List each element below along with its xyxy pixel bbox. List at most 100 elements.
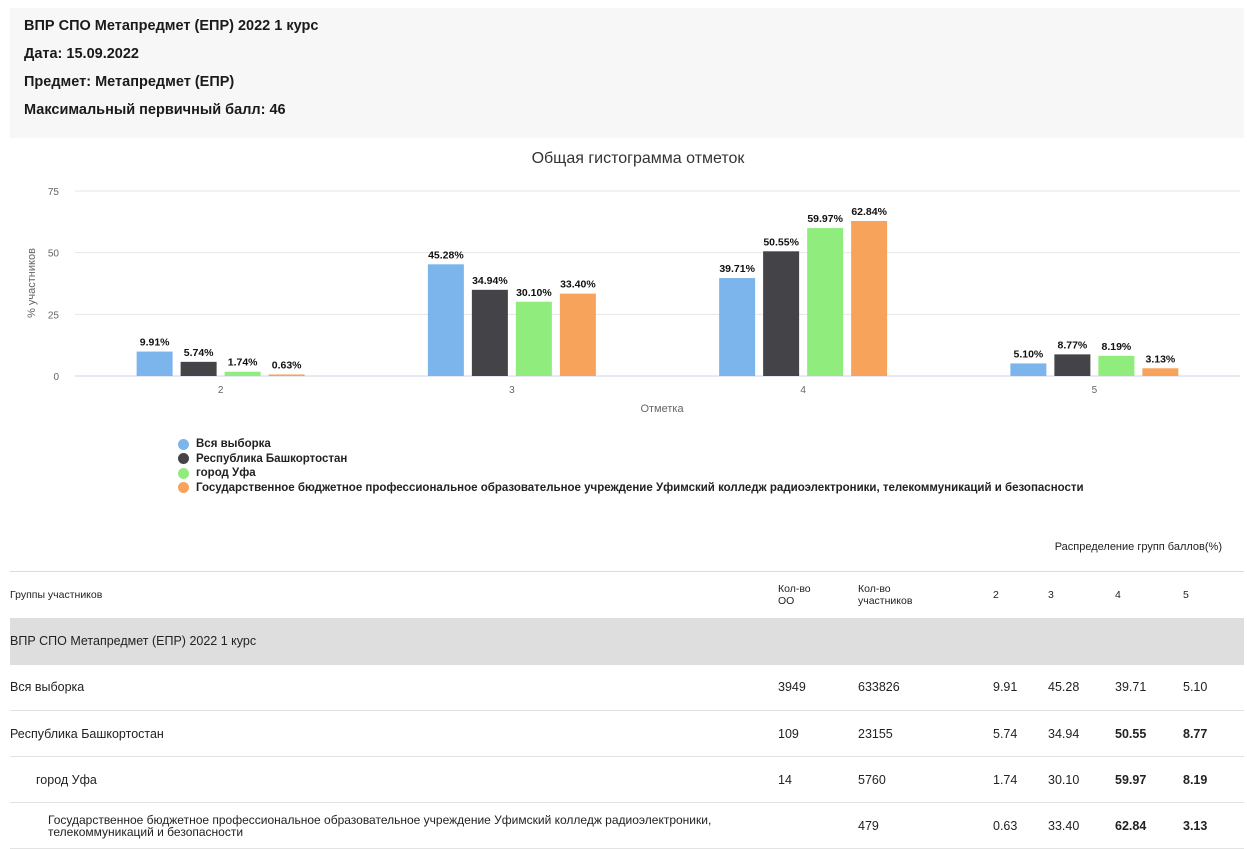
chart-title: Общая гистограмма отметок bbox=[532, 150, 746, 167]
table-row: Государственное бюджетное профессиональн… bbox=[10, 803, 1244, 849]
cell-participants: 23155 bbox=[858, 726, 893, 741]
cell-participants: 5760 bbox=[858, 772, 886, 787]
header-groups: Группы участников bbox=[10, 588, 103, 601]
bar[interactable] bbox=[471, 289, 508, 376]
cell-participants: 479 bbox=[858, 818, 879, 833]
legend-label: город Уфа bbox=[196, 467, 256, 480]
report-max-score: Максимальный первичный балл: 46 bbox=[24, 102, 286, 118]
data-label: 0.63% bbox=[272, 359, 302, 371]
data-label: 30.10% bbox=[516, 287, 552, 299]
bar[interactable] bbox=[851, 220, 888, 376]
data-label: 5.74% bbox=[184, 347, 214, 359]
legend-item[interactable]: Республика Башкортостан bbox=[178, 452, 1084, 467]
y-tick-label: 0 bbox=[53, 372, 59, 383]
cell-oo: 14 bbox=[778, 772, 792, 787]
header-grade-4: 4 bbox=[1115, 588, 1121, 601]
legend-label: Государственное бюджетное профессиональн… bbox=[196, 481, 1084, 494]
table-row: Вся выборка 3949 633826 9.91 45.28 39.71… bbox=[10, 665, 1244, 711]
legend-label: Республика Башкортостан bbox=[196, 452, 348, 465]
legend-item[interactable]: город Уфа bbox=[178, 466, 1084, 481]
results-table: Группы участников Кол-во ОО Кол-во участ… bbox=[10, 571, 1244, 849]
legend-label: Вся выборка bbox=[196, 438, 271, 451]
row-name: Вся выборка bbox=[10, 680, 85, 695]
bar[interactable] bbox=[807, 228, 844, 376]
cell-g4: 50.55 bbox=[1115, 726, 1147, 741]
bar[interactable] bbox=[1010, 363, 1047, 376]
data-label: 8.77% bbox=[1057, 339, 1087, 351]
table-header-row: Группы участников Кол-во ОО Кол-во участ… bbox=[10, 571, 1244, 618]
row-name: Республика Башкортостан bbox=[10, 726, 164, 741]
cell-g2: 1.74 bbox=[993, 772, 1018, 787]
bar[interactable] bbox=[1098, 355, 1135, 376]
bar[interactable] bbox=[1054, 354, 1091, 376]
bar[interactable] bbox=[515, 301, 552, 376]
x-tick-label: 5 bbox=[1092, 385, 1098, 396]
cell-g4: 62.84 bbox=[1115, 818, 1147, 833]
bar[interactable] bbox=[559, 293, 596, 376]
x-tick-label: 2 bbox=[218, 385, 224, 396]
cell-g5: 5.10 bbox=[1183, 680, 1208, 695]
cell-g5: 8.19 bbox=[1183, 772, 1208, 787]
cell-participants: 633826 bbox=[858, 680, 900, 695]
data-label: 8.19% bbox=[1101, 341, 1131, 353]
legend-marker-icon bbox=[178, 482, 189, 494]
bar[interactable] bbox=[180, 361, 217, 376]
cell-g3: 33.40 bbox=[1048, 818, 1080, 833]
data-label: 34.94% bbox=[472, 275, 508, 287]
data-label: 59.97% bbox=[807, 213, 843, 225]
data-label: 1.74% bbox=[228, 357, 258, 369]
report-info-panel: ВПР СПО Метапредмет (ЕПР) 2022 1 курс Да… bbox=[10, 8, 1244, 138]
header-grade-3: 3 bbox=[1048, 588, 1054, 601]
data-label: 33.40% bbox=[560, 279, 596, 291]
cell-oo bbox=[778, 803, 858, 849]
cell-g2: 0.63 bbox=[993, 818, 1018, 833]
bar[interactable] bbox=[136, 351, 173, 376]
header-grade-2: 2 bbox=[993, 588, 999, 601]
report-title: ВПР СПО Метапредмет (ЕПР) 2022 1 курс bbox=[24, 18, 319, 34]
bar[interactable] bbox=[763, 251, 800, 376]
cell-g2: 5.74 bbox=[993, 726, 1018, 741]
legend-item[interactable]: Государственное бюджетное профессиональн… bbox=[178, 481, 1084, 496]
data-label: 50.55% bbox=[763, 236, 799, 248]
bar[interactable] bbox=[719, 278, 756, 376]
bar[interactable] bbox=[268, 374, 305, 376]
grades-histogram-chart: Общая гистограмма отметок 0 25 50 75 2 9.91%… bbox=[26, 150, 1240, 415]
header-participants-count: Кол-во участников bbox=[858, 582, 913, 607]
table-row: Республика Башкортостан 109 23155 5.74 3… bbox=[10, 711, 1244, 757]
bar[interactable] bbox=[427, 264, 464, 376]
chart-legend: Вся выборка Республика Башкортостан горо… bbox=[178, 437, 1084, 495]
bar[interactable] bbox=[224, 371, 261, 376]
data-label: 45.28% bbox=[428, 249, 464, 261]
data-label: 39.71% bbox=[719, 263, 755, 275]
row-name: город Уфа bbox=[36, 772, 97, 787]
cell-oo: 3949 bbox=[778, 680, 806, 695]
cell-g3: 34.94 bbox=[1048, 726, 1080, 741]
distribution-caption: Распределение групп баллов(%) bbox=[1054, 541, 1222, 553]
legend-marker-icon bbox=[178, 438, 189, 450]
report-subject: Предмет: Метапредмет (ЕПР) bbox=[24, 74, 235, 90]
cell-g4: 59.97 bbox=[1115, 772, 1147, 787]
table-row: город Уфа 14 5760 1.74 30.10 59.97 8.19 bbox=[10, 757, 1244, 803]
y-axis-label: % участников bbox=[26, 248, 38, 318]
legend-marker-icon bbox=[178, 453, 189, 465]
cell-g3: 30.10 bbox=[1048, 772, 1080, 787]
x-tick-label: 4 bbox=[800, 385, 806, 396]
data-label: 3.13% bbox=[1145, 353, 1175, 365]
header-grade-5: 5 bbox=[1183, 588, 1189, 601]
bar[interactable] bbox=[1142, 368, 1179, 376]
data-label: 9.91% bbox=[140, 337, 170, 349]
cell-g5: 3.13 bbox=[1183, 818, 1208, 833]
header-oo-count: Кол-во ОО bbox=[778, 582, 811, 607]
data-label: 62.84% bbox=[851, 206, 887, 218]
cell-oo: 109 bbox=[778, 726, 799, 741]
row-name: Государственное бюджетное профессиональн… bbox=[48, 812, 712, 839]
cell-g5: 8.77 bbox=[1183, 726, 1208, 741]
y-tick-label: 75 bbox=[48, 187, 60, 198]
cell-g4: 39.71 bbox=[1115, 680, 1147, 695]
y-tick-label: 50 bbox=[48, 249, 60, 260]
legend-item[interactable]: Вся выборка bbox=[178, 437, 1084, 452]
x-axis-label: Отметка bbox=[640, 403, 684, 415]
report-date: Дата: 15.09.2022 bbox=[24, 46, 139, 62]
legend-marker-icon bbox=[178, 467, 189, 479]
y-tick-label: 25 bbox=[48, 310, 60, 321]
